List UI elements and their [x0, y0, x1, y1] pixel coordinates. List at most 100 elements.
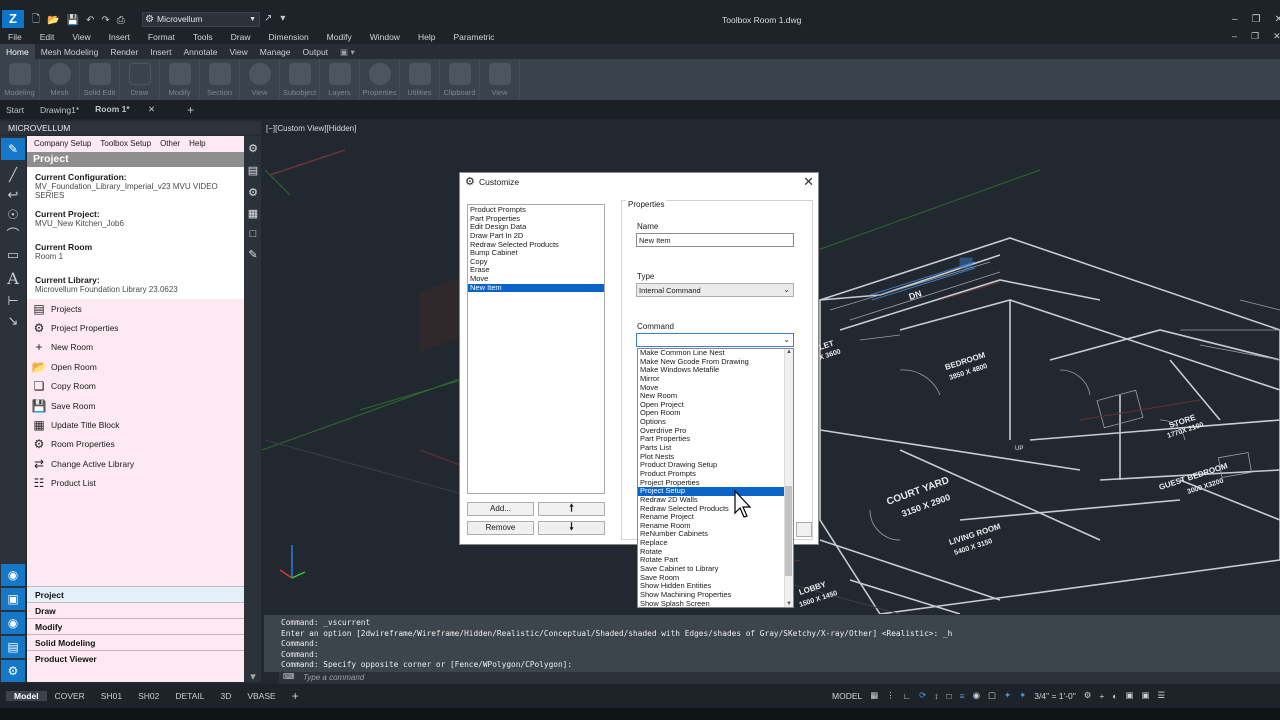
layout-tab-model[interactable]: Model — [6, 691, 47, 701]
cmd-change-active-library[interactable]: ⇄ Change Active Library — [27, 454, 244, 473]
cube-icon[interactable]: ▣ — [1, 588, 25, 610]
cmd-projects[interactable]: ▤ Projects — [27, 299, 244, 318]
dimension-icon[interactable]: ⊢ — [3, 292, 23, 310]
list-item[interactable]: Erase — [468, 266, 604, 275]
layout-tab-sh02[interactable]: SH02 — [130, 691, 167, 701]
ribbon-utilities[interactable]: Utilities — [400, 59, 440, 100]
minimize-icon[interactable]: – — [1232, 31, 1237, 42]
app-logo-icon[interactable]: Z — [2, 10, 24, 28]
section-product-viewer[interactable]: Product Viewer — [27, 650, 244, 666]
new-file-icon[interactable]: 🗋 — [32, 12, 40, 29]
ribbon-tab-manage[interactable]: Manage — [254, 44, 297, 59]
share-icon[interactable]: ↗ — [264, 13, 272, 24]
menu-toolbox-setup[interactable]: Toolbox Setup — [100, 139, 151, 148]
layout-tab-sh01[interactable]: SH01 — [93, 691, 130, 701]
viewport-controls[interactable]: [−][Custom View][Hidden] — [266, 124, 356, 133]
clean-screen-icon[interactable]: ▣ — [1142, 690, 1150, 701]
ribbon-tab-render[interactable]: Render — [104, 44, 144, 59]
menu-view[interactable]: View — [72, 32, 90, 42]
menu-file[interactable]: File — [8, 32, 22, 42]
customize-icon[interactable]: ☰ — [1158, 690, 1166, 701]
ribbon-clipboard[interactable]: Clipboard — [440, 59, 480, 100]
ribbon-tab-output[interactable]: Output — [297, 44, 335, 59]
rectangle-icon[interactable]: ▭ — [3, 246, 23, 264]
ribbon-tab-view[interactable]: View — [224, 44, 254, 59]
ribbon-draw[interactable]: Draw — [120, 59, 160, 100]
lineweight-icon[interactable]: ≡ — [960, 691, 965, 701]
dropdown-option[interactable]: Mirror — [638, 374, 784, 384]
section-modify[interactable]: Modify — [27, 618, 244, 634]
annotation-icon[interactable]: ✦ — [1004, 690, 1011, 701]
workspace-select[interactable]: ⚙ Microvellum ▼ — [142, 12, 260, 27]
text-icon[interactable]: A — [3, 270, 23, 288]
fingerprint-icon[interactable]: ◉ — [1, 564, 25, 586]
command-select[interactable]: ⌄ — [636, 333, 794, 347]
scroll-down-icon[interactable]: ▾ — [247, 670, 259, 684]
line-icon[interactable]: ╱ — [3, 166, 23, 184]
type-select[interactable]: Internal Command ⌄ — [636, 283, 794, 297]
menu-format[interactable]: Format — [148, 32, 175, 42]
document-icon[interactable]: ▤ — [247, 164, 259, 178]
cmd-room-properties[interactable]: ⚙ Room Properties — [27, 435, 244, 454]
settings-icon[interactable]: ⚙ — [247, 186, 259, 200]
page-icon[interactable]: □ — [247, 228, 259, 242]
section-project[interactable]: Project — [27, 586, 244, 602]
new-tab-icon[interactable]: + — [187, 103, 194, 117]
menu-other[interactable]: Other — [160, 139, 180, 148]
doc-tab-drawing1[interactable]: Drawing1* — [40, 105, 79, 115]
save-icon[interactable]: 💾 — [67, 15, 79, 26]
close-icon[interactable]: ✕ — [803, 174, 814, 190]
plus-icon[interactable]: + — [1099, 691, 1104, 701]
cmd-product-list[interactable]: ☷ Product List — [27, 474, 244, 493]
arc-icon[interactable]: ⌒ — [3, 226, 23, 244]
polar-icon[interactable]: ⟳ — [919, 690, 926, 701]
cmd-copy-room[interactable]: ❏ Copy Room — [27, 377, 244, 396]
ribbon-mesh[interactable]: Mesh — [40, 59, 80, 100]
section-solid-modeling[interactable]: Solid Modeling — [27, 634, 244, 650]
undo-icon[interactable]: ↶ — [86, 15, 94, 26]
add-button[interactable]: Add... — [467, 502, 534, 516]
hardware-icon[interactable]: ▣ — [1125, 690, 1133, 701]
move-up-button[interactable]: 🠕 — [538, 502, 605, 516]
ribbon-properties[interactable]: Properties — [360, 59, 400, 100]
menu-parametric[interactable]: Parametric — [453, 32, 494, 42]
cmd-new-room[interactable]: + New Room — [27, 338, 244, 357]
command-dropdown-list[interactable]: Make Common Line Nest Make New Gcode Fro… — [637, 348, 794, 608]
cmd-save-room[interactable]: 💾 Save Room — [27, 396, 244, 415]
snap-icon[interactable]: ⋮ — [886, 690, 895, 701]
custom-items-list[interactable]: Product Prompts Part Properties Edit Des… — [467, 204, 605, 494]
ribbon-tab-mesh-modeling[interactable]: Mesh Modeling — [35, 44, 105, 59]
close-icon[interactable]: ✕ — [148, 104, 155, 114]
table-icon[interactable]: ▦ — [247, 207, 259, 221]
close-icon[interactable]: ✕ — [1273, 31, 1280, 42]
ribbon-view[interactable]: View — [240, 59, 280, 100]
circle-icon[interactable]: ☉ — [3, 206, 23, 224]
transparency-icon[interactable]: ◉ — [973, 690, 980, 701]
ribbon-modeling[interactable]: Modeling — [0, 59, 40, 100]
minimize-icon[interactable]: – — [1232, 14, 1238, 25]
section-draw[interactable]: Draw — [27, 602, 244, 618]
gear-icon[interactable]: ⚙ — [247, 142, 259, 156]
ribbon-solid-edit[interactable]: Solid Edit — [80, 59, 120, 100]
object-snap-icon[interactable]: □ — [946, 691, 951, 701]
list-item-selected[interactable]: New Item — [468, 283, 604, 293]
ribbon-subobject[interactable]: Subobject — [280, 59, 320, 100]
layout-tab-detail[interactable]: DETAIL — [167, 691, 212, 701]
leader-icon[interactable]: ↘ — [3, 312, 23, 330]
layout-tab-3d[interactable]: 3D — [212, 691, 239, 701]
scroll-up-icon[interactable]: ▲ — [786, 349, 792, 355]
cmd-open-room[interactable]: 📂 Open Room — [27, 357, 244, 376]
cmd-project-properties[interactable]: ⚙ Project Properties — [27, 318, 244, 337]
name-field[interactable]: New Item — [636, 233, 794, 247]
dropdown-option[interactable]: Show Splash Screen — [638, 599, 784, 607]
layout-tab-vbase[interactable]: VBASE — [239, 691, 283, 701]
ortho-icon[interactable]: ∟ — [903, 691, 911, 701]
restore-icon[interactable]: ❐ — [1252, 14, 1261, 25]
ok-button-partial[interactable] — [796, 522, 812, 537]
redo-icon[interactable]: ↷ — [101, 15, 109, 26]
restore-icon[interactable]: ❐ — [1251, 31, 1259, 42]
annotation-visibility-icon[interactable]: ✦ — [1019, 690, 1026, 701]
viewer-icon[interactable]: ▤ — [1, 636, 25, 658]
cmd-update-title-block[interactable]: ▦ Update Title Block — [27, 415, 244, 434]
workspace-gear-icon[interactable]: ⚙ — [1084, 690, 1092, 701]
